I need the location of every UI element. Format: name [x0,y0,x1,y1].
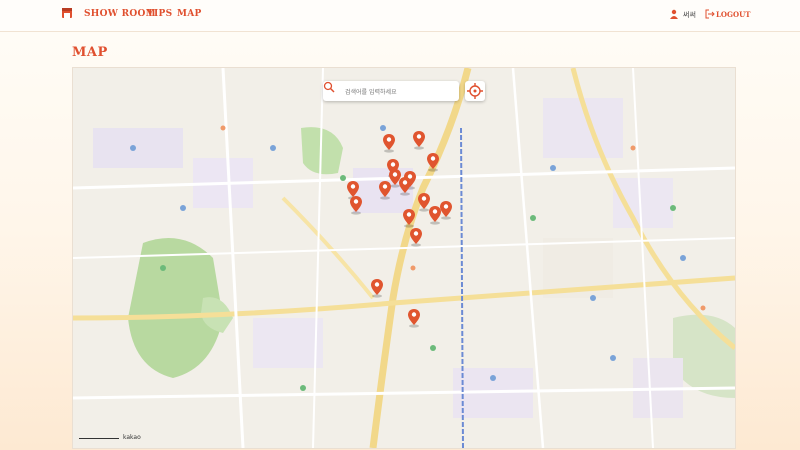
top-navigation-bar: SHOW ROOM TIPS MAP 써써 LOGOUT [0,0,800,32]
nav-map[interactable]: MAP [177,9,202,19]
map-marker-pin[interactable] [412,130,426,150]
house-icon[interactable] [61,7,73,19]
map-marker-pin[interactable] [349,195,363,215]
pin-icon [413,131,425,150]
pin-icon [399,177,411,196]
pin-icon [408,309,420,328]
pin-icon [379,181,391,200]
map-attribution: kakao [123,434,141,441]
user-icon [670,9,678,19]
locate-button[interactable] [465,81,485,101]
map-marker-pin[interactable] [382,133,396,153]
magnifier-icon[interactable] [323,81,335,93]
scale-bar [79,438,119,439]
nav-tips[interactable]: TIPS [147,9,172,19]
map-marker-pin[interactable] [428,205,442,225]
map-background[interactable] [73,68,735,448]
map-marker-pin[interactable] [409,227,423,247]
map-marker-pin[interactable] [407,308,421,328]
crosshair-icon [467,83,483,99]
logout-icon[interactable] [705,9,715,19]
pin-icon [371,279,383,298]
pin-icon [383,134,395,153]
username-label[interactable]: 써써 [683,10,696,20]
map-marker-pin[interactable] [426,152,440,172]
map-view[interactable]: kakao [72,67,736,449]
map-search-box [323,81,459,101]
map-search-input[interactable] [343,84,457,100]
map-marker-pin[interactable] [370,278,384,298]
map-scale: kakao [79,434,141,441]
map-marker-pin[interactable] [398,176,412,196]
logout-button[interactable]: LOGOUT [716,10,750,19]
pin-icon [350,196,362,215]
nav-show-room[interactable]: SHOW ROOM [84,9,156,19]
pin-icon [403,209,415,228]
map-marker-pin[interactable] [402,208,416,228]
pin-icon [427,153,439,172]
page-title: MAP [72,45,108,60]
pin-icon [429,206,441,225]
map-marker-pin[interactable] [378,180,392,200]
pin-icon [410,228,422,247]
